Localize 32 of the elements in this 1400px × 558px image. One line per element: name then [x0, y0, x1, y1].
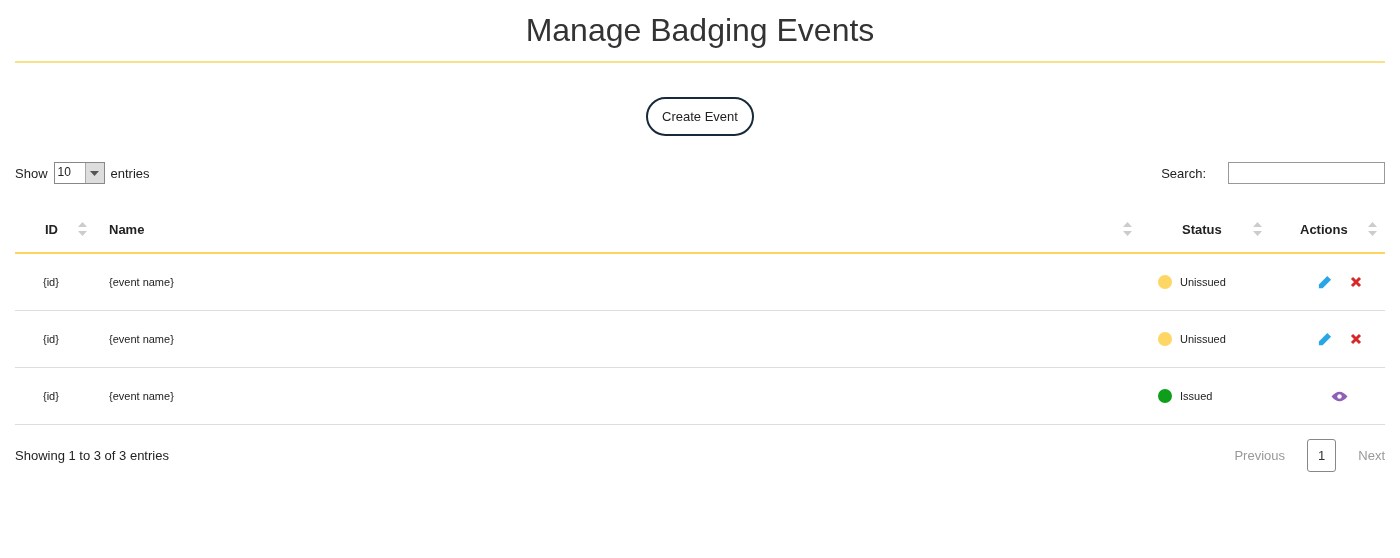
close-icon[interactable] — [1350, 276, 1362, 288]
table-cell: {id} — [43, 333, 59, 345]
pencil-icon[interactable] — [1317, 274, 1332, 290]
column-header[interactable]: Actions — [1300, 221, 1348, 237]
status-text: Unissued — [1180, 276, 1226, 288]
close-icon[interactable] — [1350, 333, 1362, 345]
table-cell: {event name} — [109, 276, 174, 288]
status-text: Unissued — [1180, 333, 1226, 345]
search-field[interactable] — [1228, 162, 1385, 184]
page-button[interactable]: 1 — [1307, 439, 1337, 472]
entries-label: entries — [110, 165, 150, 181]
entries-info: Showing 1 to 3 of 3 entries — [15, 448, 169, 463]
sort-icon[interactable] — [1253, 222, 1262, 236]
search-label: Search: — [1161, 165, 1206, 181]
sort-icon[interactable] — [78, 222, 87, 236]
column-header[interactable]: Status — [1182, 221, 1222, 237]
caret-icon — [90, 170, 100, 176]
status-text: Issued — [1180, 390, 1213, 402]
column-header[interactable]: ID — [45, 221, 58, 237]
eye-icon[interactable] — [1331, 390, 1348, 402]
create-event-button[interactable]: Create Event — [646, 97, 754, 136]
entries-select[interactable]: 10 — [53, 162, 105, 184]
table-cell: {id} — [43, 390, 59, 402]
sort-icon[interactable] — [1368, 222, 1377, 236]
table-cell: {id} — [43, 276, 59, 288]
sort-icon[interactable] — [1123, 222, 1132, 236]
pencil-icon[interactable] — [1317, 331, 1332, 347]
column-header[interactable]: Name — [109, 221, 145, 237]
page-title: Manage Badging Events — [15, 0, 1385, 63]
table-cell: {event name} — [109, 333, 174, 345]
show-label: Show — [15, 165, 48, 181]
table-cell: {event name} — [109, 390, 174, 402]
